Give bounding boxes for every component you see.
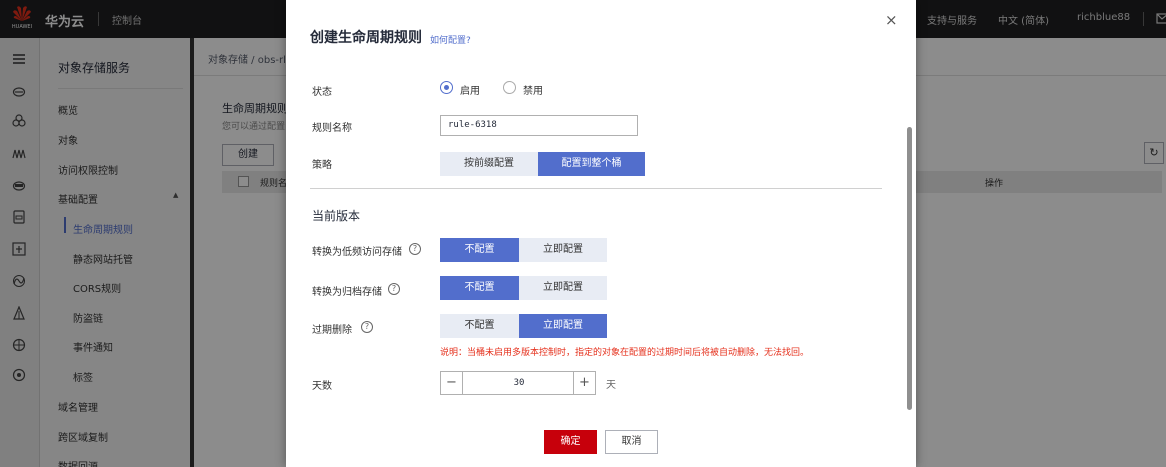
transition-ia-label: 转换为低频访问存储 [312, 247, 402, 258]
dialog-scrollbar[interactable] [907, 127, 912, 410]
close-icon[interactable]: × [885, 13, 898, 28]
help-icon[interactable]: ? [388, 283, 400, 295]
days-unit: 天 [606, 380, 616, 391]
help-icon[interactable]: ? [361, 321, 373, 333]
status-enabled-label[interactable]: 启用 [460, 82, 480, 97]
section-divider [310, 188, 882, 189]
expiration-not-config-button[interactable]: 不配置 [440, 314, 519, 338]
cancel-button[interactable]: 取消 [605, 430, 658, 454]
transition-archive-not-config-button[interactable]: 不配置 [440, 276, 519, 300]
decrement-icon[interactable]: − [441, 372, 463, 394]
confirm-button[interactable]: 确定 [544, 430, 597, 454]
section-current-version: 当前版本 [312, 209, 361, 223]
transition-archive-config-button[interactable]: 立即配置 [519, 276, 607, 300]
expiration-note: 说明：当桶未启用多版本控制时，指定的对象在配置的过期时间后将被自动删除，无法找回… [440, 348, 810, 358]
help-link[interactable]: 如何配置? [430, 33, 471, 46]
days-label: 天数 [312, 381, 332, 392]
rule-name-label: 规则名称 [312, 123, 352, 134]
rule-name-input[interactable]: rule-6318 [440, 115, 638, 136]
policy-prefix-button[interactable]: 按前缀配置 [440, 152, 538, 176]
expiration-label: 过期删除 [312, 325, 352, 336]
status-enabled-radio[interactable] [440, 81, 453, 94]
status-label: 状态 [312, 87, 332, 98]
dialog-title: 创建生命周期规则 [310, 30, 422, 46]
help-icon[interactable]: ? [409, 243, 421, 255]
days-input[interactable]: 30 [463, 372, 575, 394]
status-disabled-label[interactable]: 禁用 [523, 82, 543, 97]
policy-label: 策略 [312, 160, 332, 171]
increment-icon[interactable]: + [573, 372, 595, 394]
policy-whole-bucket-button[interactable]: 配置到整个桶 [538, 152, 645, 176]
create-lifecycle-dialog: 创建生命周期规则 如何配置? × 状态 启用 禁用 规则名称 rule-6318… [286, 0, 916, 467]
days-stepper: − 30 + [440, 371, 596, 395]
expiration-config-button[interactable]: 立即配置 [519, 314, 607, 338]
transition-archive-label: 转换为归档存储 [312, 287, 382, 298]
transition-ia-not-config-button[interactable]: 不配置 [440, 238, 519, 262]
transition-ia-config-button[interactable]: 立即配置 [519, 238, 607, 262]
status-disabled-radio[interactable] [503, 81, 516, 94]
